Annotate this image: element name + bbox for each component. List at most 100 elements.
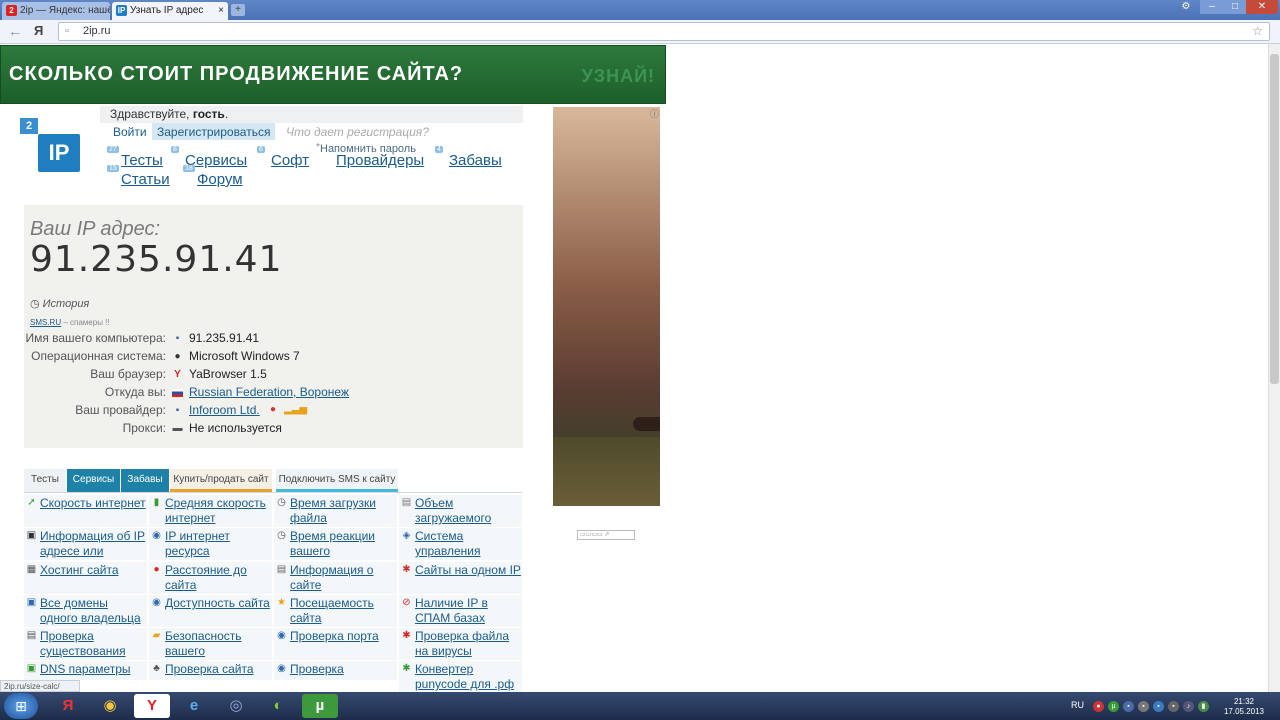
yandex-taskbar-icon[interactable]: Я: [50, 694, 86, 718]
promo-banner[interactable]: СКОЛЬКО СТОИТ ПРОДВИЖЕНИЕ САЙТА? УЗНАЙ!: [0, 45, 666, 104]
register-button[interactable]: Зарегистрироваться: [152, 123, 276, 140]
settings-gear-icon[interactable]: ⚙: [1176, 0, 1196, 14]
service-item[interactable]: ♣ Проверка сайта: [149, 661, 272, 680]
close-tab-icon[interactable]: ×: [218, 2, 224, 20]
ie-taskbar-icon[interactable]: e: [176, 694, 212, 718]
tray-icon[interactable]: µ: [1108, 701, 1119, 712]
tray-icon[interactable]: ●: [1093, 701, 1104, 712]
history-link[interactable]: ◷ История: [30, 297, 89, 310]
service-item[interactable]: ▤ Проверка существования: [24, 628, 147, 660]
service-item[interactable]: ➚ Скорость интернет: [24, 495, 147, 527]
utorrent-taskbar-icon[interactable]: µ: [302, 694, 338, 718]
service-item[interactable]: ▣ DNS параметры: [24, 661, 147, 680]
service-item[interactable]: ▦ Хостинг сайта: [24, 562, 147, 594]
tab-tests[interactable]: Тесты: [24, 469, 66, 492]
back-arrow-icon[interactable]: ←: [8, 23, 22, 39]
address-url[interactable]: 2ip.ru: [83, 25, 111, 37]
yandex-button[interactable]: Я: [34, 23, 43, 38]
service-item[interactable]: ◈ Система управления: [399, 528, 522, 560]
service-item[interactable]: ▤Объем загружаемого файла: [399, 495, 522, 540]
nav-tests[interactable]: 27 Тесты: [107, 146, 163, 169]
signal-bars-icon[interactable]: ▂▃▅: [284, 404, 307, 415]
taskbar: ⊞ Я ◉ Y e ◎ ◐ µ RU ● µ ▪ ▪ ▪ ▪ ♪ ▮ 21:32…: [0, 692, 1280, 720]
tab-buy-sell-site[interactable]: Купить/продать сайт: [170, 469, 272, 492]
address-bar[interactable]: ▫ 2ip.ru ☆: [58, 22, 1270, 41]
nav-forum[interactable]: 18 Форум: [183, 165, 243, 188]
start-button[interactable]: ⊞: [4, 693, 38, 719]
tray-icon[interactable]: ▪: [1123, 701, 1134, 712]
service-item[interactable]: ✱ Проверка файла на вирусы: [399, 628, 522, 660]
service-item[interactable]: ◉ IP интернет ресурса: [149, 528, 272, 560]
nav-count-badge: 4: [435, 146, 443, 153]
service-item[interactable]: ▤ Информация о сайте: [274, 562, 397, 594]
side-ad-image[interactable]: [553, 107, 660, 506]
bug-icon[interactable]: ●: [270, 404, 276, 415]
nav-count-badge: 18: [183, 165, 195, 172]
flag-tray-icon[interactable]: ▪: [1168, 701, 1179, 712]
service-item[interactable]: ▣ Все домены одного владельца: [24, 595, 147, 627]
service-item[interactable]: ◉ Доступность сайта: [149, 595, 272, 627]
signal-icon[interactable]: ▮: [1198, 701, 1209, 712]
ad-info-icon[interactable]: ⓘ: [650, 107, 659, 120]
tray-icon[interactable]: ▪: [1138, 701, 1149, 712]
nav-count-badge: 27: [107, 146, 119, 153]
tab-sms-connect[interactable]: Подключить SMS к сайту: [276, 469, 398, 492]
logo-small-badge: 2: [20, 118, 38, 134]
dns-icon: ▣: [26, 663, 37, 674]
banner-cta[interactable]: УЗНАЙ!: [582, 66, 655, 87]
service-item[interactable]: ▰Безопасность вашего компьютера: [149, 628, 272, 673]
tab-fun[interactable]: Забавы: [121, 469, 169, 492]
nav-fun[interactable]: 4 Забавы: [435, 146, 502, 169]
ip-address-value[interactable]: 91.235.91.41: [30, 239, 282, 280]
login-link[interactable]: Войти: [113, 125, 147, 139]
nav-soft[interactable]: 6 Софт: [257, 146, 309, 169]
timer-icon: ◷: [277, 530, 286, 541]
service-item[interactable]: ✱ Конвертер punycode для .рф: [399, 661, 522, 692]
greeting-bar: Здравствуйте, гость.: [100, 106, 523, 123]
why-register-link[interactable]: Что дает регистрация?: [286, 125, 429, 139]
bookmark-star-icon[interactable]: ☆: [1252, 24, 1263, 38]
volume-icon[interactable]: ♪: [1183, 701, 1194, 712]
language-indicator[interactable]: RU: [1071, 700, 1084, 710]
tool-taskbar-icon[interactable]: ◐: [260, 694, 296, 718]
service-item[interactable]: ▣Информация об IP адресе или домене: [24, 528, 147, 573]
service-item[interactable]: ★ Посещаемость сайта: [274, 595, 397, 627]
service-item[interactable]: ⊘ Наличие IP в СПАМ базах: [399, 595, 522, 627]
service-item[interactable]: ▮ Средняя скорость интернет: [149, 495, 272, 527]
ip-info-icon: ▣: [26, 530, 37, 541]
new-tab-button[interactable]: +: [231, 4, 245, 16]
service-item[interactable]: ◉ Проверка порта: [274, 628, 397, 660]
close-window-button[interactable]: ✕: [1246, 0, 1278, 14]
nav-articles[interactable]: 15 Статьи: [107, 165, 170, 188]
clock[interactable]: 21:32 17.05.2013: [1222, 697, 1266, 717]
network-icon[interactable]: ▪: [1153, 701, 1164, 712]
service-item[interactable]: ◉ Проверка: [274, 661, 397, 680]
info-row-proxy: Прокси: ▬ Не используется: [122, 421, 282, 435]
vertical-scrollbar[interactable]: [1268, 44, 1280, 692]
speed-icon: ➚: [27, 497, 36, 508]
tab-yandex-search[interactable]: 2 2ip — Яндекс: нашёл…: [2, 2, 110, 20]
nav-providers[interactable]: * Провайдеры: [316, 142, 424, 169]
status-bar: 2ip.ru/size-calc/: [0, 680, 80, 692]
app-taskbar-icon[interactable]: ◎: [218, 694, 254, 718]
tab-2ip[interactable]: IP Узнать IP адрес ×: [112, 2, 228, 20]
tab-label: 2ip — Яндекс: нашёл…: [20, 5, 110, 16]
minimize-button[interactable]: –: [1200, 0, 1224, 14]
service-item[interactable]: ◷Время реакции вашего компьютера: [274, 528, 397, 573]
site-logo[interactable]: 2 IP: [20, 118, 82, 174]
location-link[interactable]: Russian Federation, Воронеж: [189, 385, 349, 399]
tab-services[interactable]: Сервисы: [67, 469, 120, 492]
yabrowser-taskbar-icon[interactable]: Y: [134, 694, 170, 718]
sms-ru-link[interactable]: SMS.RU: [30, 318, 61, 327]
mini-widget[interactable]: ▭▭▭▭ ↗: [577, 530, 635, 540]
chrome-taskbar-icon[interactable]: ◉: [92, 694, 128, 718]
provider-link[interactable]: Inforoom Ltd.: [189, 403, 260, 417]
ip-heading: Ваш IP адрес:: [30, 218, 161, 240]
guest-name: гость: [192, 107, 225, 121]
scrollbar-thumb[interactable]: [1270, 54, 1279, 384]
maximize-button[interactable]: □: [1224, 0, 1246, 14]
service-item[interactable]: ◷ Время загрузки файла: [274, 495, 397, 527]
nav-count-badge: *: [316, 142, 320, 153]
service-item[interactable]: ● Расстояние до сайта: [149, 562, 272, 594]
service-item[interactable]: ✱ Сайты на одном IP: [399, 562, 522, 594]
